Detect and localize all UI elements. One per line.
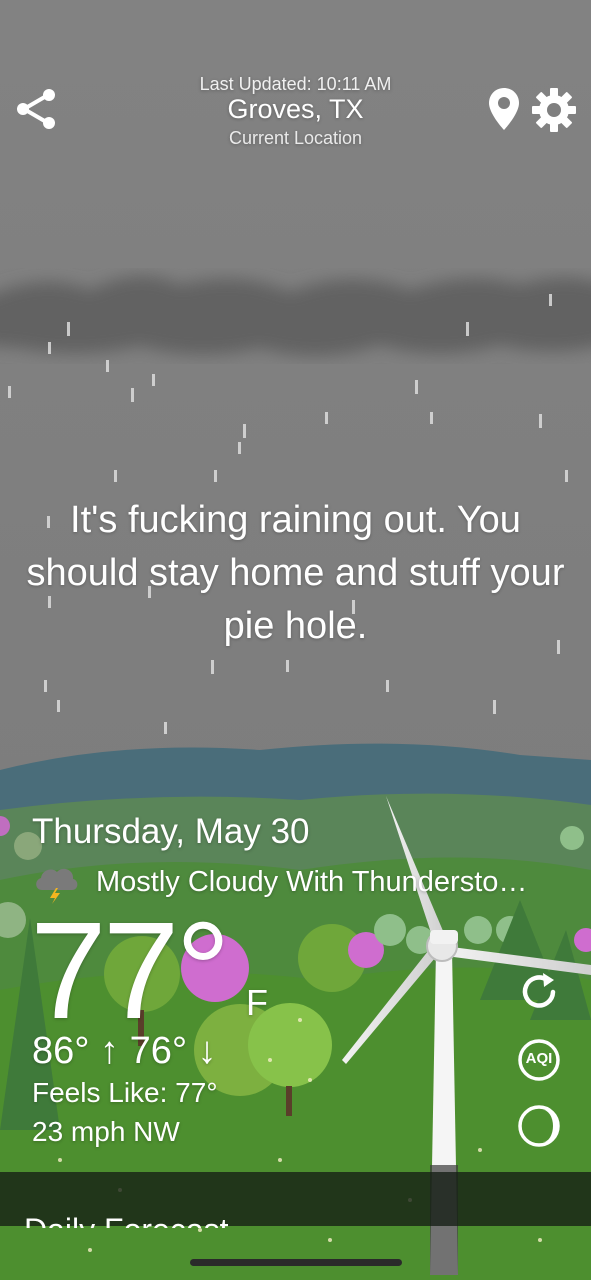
home-indicator[interactable]	[190, 1259, 402, 1266]
temperature-unit[interactable]: F	[246, 982, 268, 1024]
high-low-temperature: 86° ↑ 76° ↓	[32, 1030, 217, 1072]
weather-message: It's fucking raining out. You should sta…	[26, 499, 565, 647]
forecast-date: Thursday, May 30	[32, 812, 310, 851]
daily-forecast-label[interactable]: Daily Forecast	[24, 1210, 229, 1228]
gear-icon[interactable]	[530, 86, 578, 134]
wind-speed: 23 mph NW	[32, 1116, 180, 1147]
refresh-icon[interactable]	[517, 970, 561, 1014]
moon-phase-icon[interactable]	[517, 1104, 561, 1148]
current-temperature: 77°	[30, 894, 231, 1048]
location-pin-icon[interactable]	[486, 86, 522, 132]
aqi-button[interactable]: AQI	[517, 1038, 561, 1082]
top-bar: Last Updated: 10:11 AM Groves, TX Curren…	[0, 70, 591, 160]
feels-like: Feels Like: 77°	[32, 1077, 218, 1108]
aqi-label: AQI	[525, 1050, 553, 1067]
